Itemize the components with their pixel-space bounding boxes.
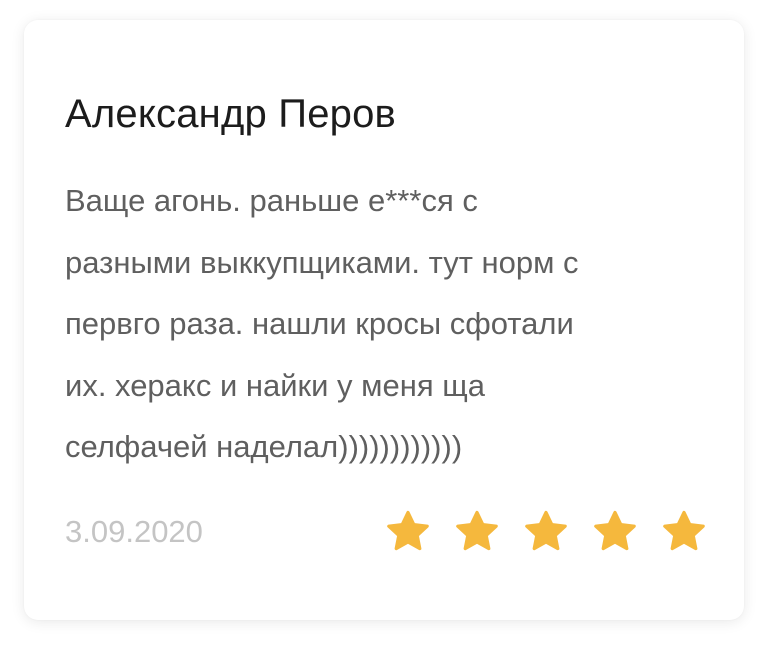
star-rating	[384, 508, 708, 556]
star-icon	[525, 510, 567, 551]
star-icon	[456, 510, 498, 551]
star-icon	[663, 510, 705, 551]
star-icon	[387, 510, 429, 551]
star-icon	[594, 510, 636, 551]
review-card: Александр Перов Ваще агонь. раньше е***с…	[24, 20, 744, 620]
review-text: Ваще агонь. раньше е***ся с разными выкк…	[65, 183, 579, 464]
review-date: 3.09.2020	[65, 514, 203, 549]
reviewer-name: Александр Перов	[65, 92, 396, 136]
